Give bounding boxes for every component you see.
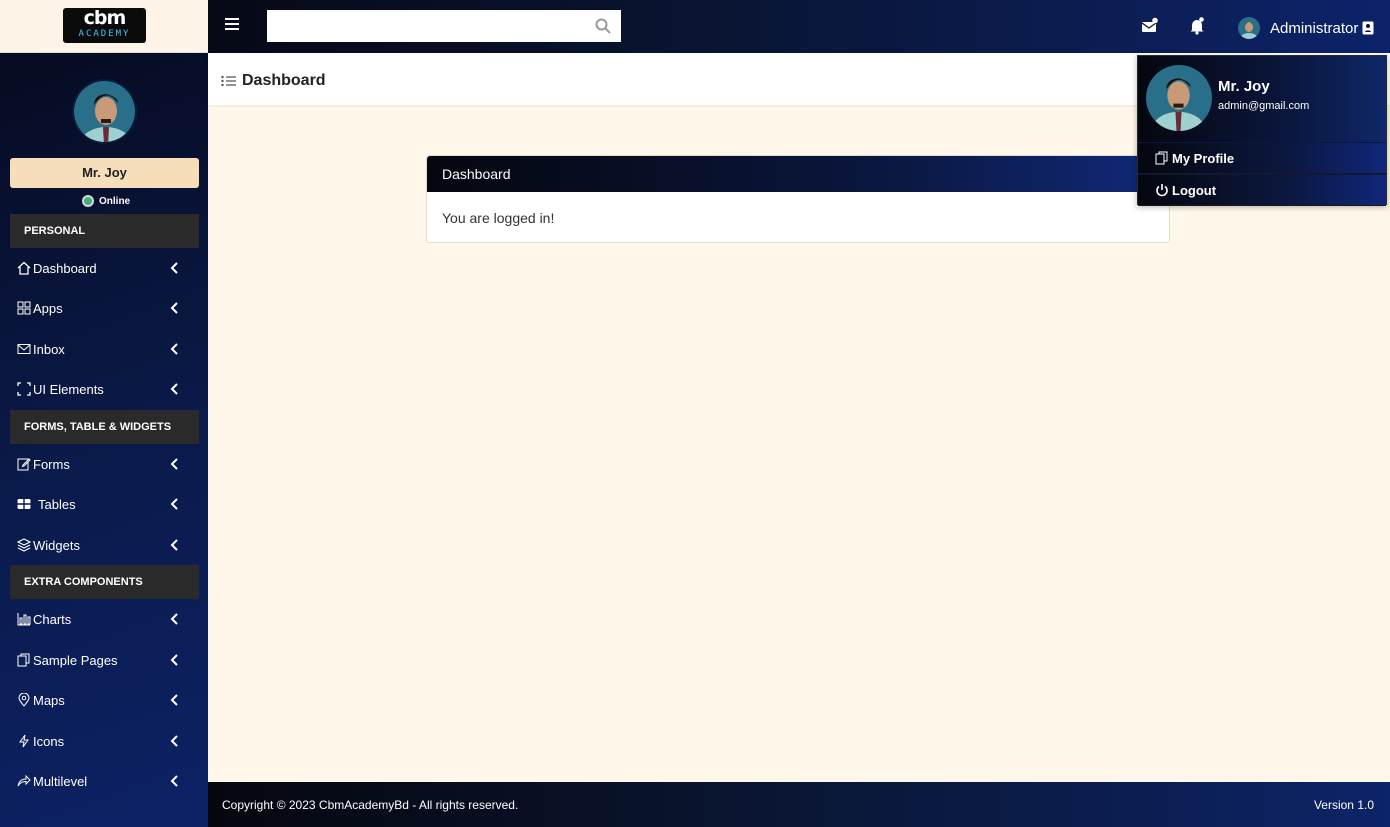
chevron-left-icon [170, 735, 178, 747]
sidebar-item-label: Inbox [33, 341, 65, 357]
sidebar-item-forms[interactable]: Forms [10, 445, 199, 483]
id-card-icon [1362, 21, 1374, 35]
sidebar-item-label: UI Elements [33, 381, 104, 397]
sidebar-item-label: Maps [33, 692, 65, 708]
sidebar-item-label: Dashboard [33, 260, 97, 276]
section-forms-tables-widgets: FORMS, TABLE & WIDGETS [10, 410, 199, 444]
sidebar-item-sample-pages[interactable]: Sample Pages [10, 641, 199, 679]
section-extra-components: EXTRA COMPONENTS [10, 565, 199, 599]
chevron-left-icon [170, 775, 178, 787]
chevron-left-icon [170, 498, 178, 510]
chevron-left-icon [170, 654, 178, 666]
footer: Copyright © 2023 CbmAcademyBd - All righ… [208, 782, 1390, 827]
my-profile-link[interactable]: My Profile [1138, 143, 1386, 174]
sidebar-item-multilevel[interactable]: Multilevel [10, 762, 199, 800]
logo-bottom-text: ACADEMY [78, 29, 131, 39]
topbar-user-label: Administrator [1270, 19, 1359, 37]
layers-icon [16, 537, 32, 553]
chevron-left-icon [170, 262, 178, 274]
sidebar-item-label: Apps [33, 300, 63, 316]
logo-top-text: cbm [83, 7, 127, 29]
chevron-left-icon [170, 539, 178, 551]
logout-link[interactable]: Logout [1138, 175, 1386, 206]
user-dropdown: Mr. Joy admin@gmail.com My Profile Logou… [1137, 55, 1387, 206]
section-personal: PERSONAL [10, 214, 199, 248]
bar-chart-icon [16, 611, 32, 627]
chevron-left-icon [170, 458, 178, 470]
search-box [267, 10, 621, 42]
version-text: Version 1.0 [1313, 798, 1374, 812]
sidebar-item-dashboard[interactable]: Dashboard [10, 249, 199, 287]
avatar [1146, 65, 1212, 131]
sidebar-item-charts[interactable]: Charts [10, 600, 199, 638]
card-title: Dashboard [427, 156, 1169, 192]
sidebar-item-ui-elements[interactable]: UI Elements [10, 370, 199, 408]
hamburger-line [225, 18, 239, 20]
chevron-left-icon [170, 343, 178, 355]
sidebar-item-apps[interactable]: Apps [10, 289, 199, 327]
copyright-text: Copyright © 2023 CbmAcademyBd - All righ… [222, 798, 519, 812]
sidebar-item-icons[interactable]: Icons [10, 722, 199, 760]
my-profile-label: My Profile [1172, 150, 1235, 166]
sidebar-item-label: Tables [38, 496, 76, 512]
envelope-icon [16, 341, 32, 357]
hamburger-line [225, 23, 239, 25]
chevron-left-icon [170, 694, 178, 706]
sidebar: cbm ACADEMY Mr. Joy Online PERSONAL Dash… [0, 0, 208, 827]
search-input[interactable] [267, 10, 587, 42]
bell-icon[interactable] [1188, 17, 1206, 35]
sidebar-item-inbox[interactable]: Inbox [10, 330, 199, 368]
sidebar-item-label: Forms [33, 456, 70, 472]
hamburger-line [225, 28, 239, 30]
copy-icon [16, 652, 32, 668]
edit-icon [16, 456, 32, 472]
dropdown-user-name: Mr. Joy [1218, 78, 1270, 95]
chevron-left-icon [170, 302, 178, 314]
power-icon [1156, 184, 1168, 197]
sidebar-item-label: Widgets [33, 537, 80, 553]
dropdown-header: Mr. Joy admin@gmail.com [1138, 56, 1386, 142]
messages-icon[interactable] [1141, 17, 1159, 35]
lightning-icon [16, 733, 32, 749]
dashboard-card: Dashboard You are logged in! [426, 155, 1170, 243]
brand-logo[interactable]: cbm ACADEMY [63, 8, 146, 43]
home-icon [16, 260, 32, 276]
map-pin-icon [16, 692, 32, 708]
logo-area: cbm ACADEMY [0, 0, 208, 53]
share-icon [16, 773, 32, 789]
sidebar-item-label: Multilevel [33, 773, 88, 789]
chevron-left-icon [170, 613, 178, 625]
chevron-left-icon [170, 383, 178, 395]
list-icon [221, 75, 236, 87]
avatar [1238, 17, 1260, 39]
table-icon [16, 496, 32, 512]
page-title: Dashboard [242, 72, 326, 89]
user-menu-toggle[interactable]: Administrator [1238, 17, 1374, 39]
sidebar-item-label: Sample Pages [33, 652, 118, 668]
search-icon[interactable] [595, 18, 611, 34]
card-body-text: You are logged in! [442, 210, 555, 226]
topbar: Administrator [208, 0, 1390, 53]
online-dot-icon [82, 195, 94, 208]
grid-icon [16, 300, 32, 316]
sidebar-user-name: Mr. Joy [10, 158, 199, 188]
menu-toggle-button[interactable] [225, 18, 239, 34]
copy-icon [1155, 151, 1168, 165]
sidebar-item-label: Charts [33, 611, 72, 627]
avatar [72, 79, 137, 144]
logout-label: Logout [1172, 182, 1217, 198]
sidebar-item-label: Icons [33, 733, 65, 749]
sidebar-item-maps[interactable]: Maps [10, 681, 199, 719]
online-status: Online [82, 195, 130, 209]
dropdown-user-email: admin@gmail.com [1218, 100, 1310, 112]
frame-icon [16, 381, 32, 397]
sidebar-item-widgets[interactable]: Widgets [10, 526, 199, 564]
sidebar-item-tables[interactable]: Tables [10, 485, 199, 523]
online-label: Online [99, 196, 131, 207]
